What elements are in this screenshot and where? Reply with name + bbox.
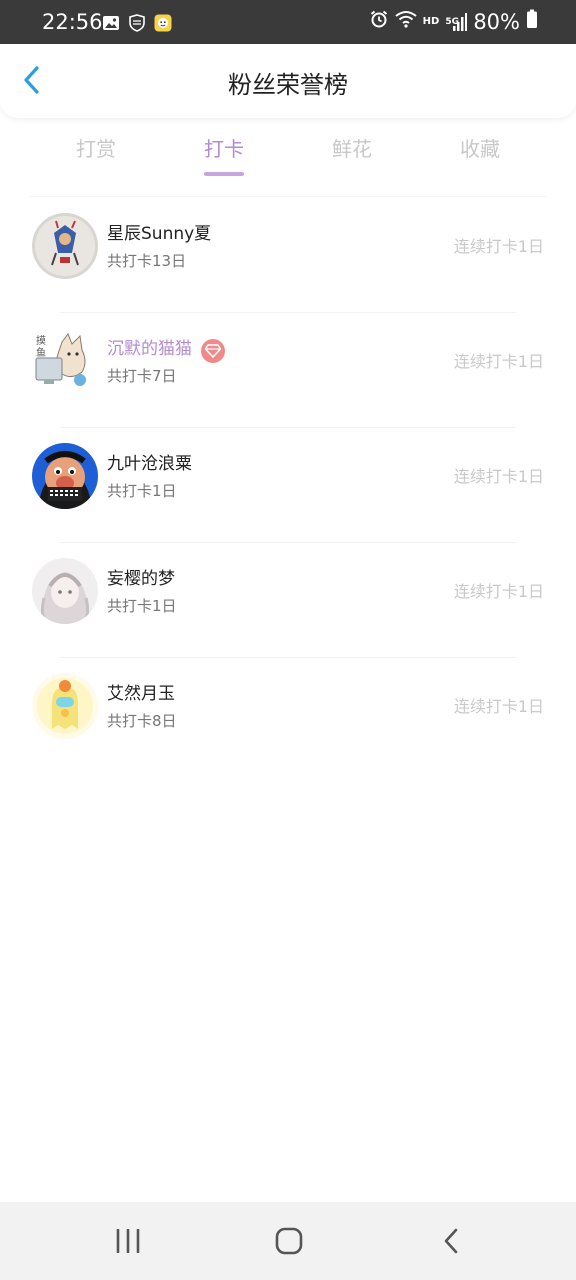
user-name: 九叶沧浪粟 (107, 454, 192, 474)
avatar[interactable] (32, 673, 98, 739)
home-icon (275, 1227, 303, 1255)
battery-percent: 80% (473, 10, 520, 34)
fan-list: 星辰Sunny夏 共打卡13日 连续打卡1日 摸鱼 沉默的猫猫 共打卡7日 连续… (0, 198, 576, 773)
avatar[interactable] (32, 443, 98, 509)
status-time: 22:56 (42, 10, 103, 34)
svg-text:鱼: 鱼 (36, 346, 46, 359)
total-checkin-days: 共打卡13日 (107, 252, 187, 270)
total-checkin-days: 共打卡1日 (107, 482, 177, 500)
recent-apps-button[interactable] (108, 1226, 148, 1256)
back-icon (444, 1228, 458, 1254)
divider (30, 196, 546, 197)
status-right-icons: HD 5G 80% (369, 9, 538, 35)
battery-icon (526, 9, 538, 35)
active-tab-indicator (204, 172, 244, 176)
list-item[interactable]: 摸鱼 沉默的猫猫 共打卡7日 连续打卡1日 (0, 313, 576, 428)
total-checkin-days: 共打卡7日 (107, 367, 177, 385)
app-notification-icon (154, 14, 172, 32)
home-button[interactable] (269, 1226, 309, 1256)
tab-favorites[interactable]: 收藏 (444, 132, 516, 166)
shield-icon (128, 14, 146, 32)
tab-flowers[interactable]: 鲜花 (316, 132, 388, 166)
streak-days: 连续打卡1日 (453, 352, 544, 371)
list-item[interactable]: 星辰Sunny夏 共打卡13日 连续打卡1日 (0, 198, 576, 313)
streak-days: 连续打卡1日 (453, 467, 544, 486)
user-name: 妄樱的梦 (107, 569, 175, 589)
user-name: 沉默的猫猫 (107, 339, 192, 359)
total-checkin-days: 共打卡1日 (107, 597, 177, 615)
streak-days: 连续打卡1日 (453, 697, 544, 716)
back-nav-button[interactable] (431, 1226, 471, 1256)
tab-reward[interactable]: 打赏 (60, 132, 132, 166)
svg-text:摸: 摸 (36, 335, 46, 347)
avatar[interactable] (32, 558, 98, 624)
5g-signal-icon: 5G (445, 12, 468, 32)
list-item[interactable]: 艾然月玉 共打卡8日 连续打卡1日 (0, 658, 576, 773)
list-item[interactable]: 妄樱的梦 共打卡1日 连续打卡1日 (0, 543, 576, 658)
status-left-icons (102, 14, 172, 32)
tab-label: 打卡 (204, 137, 244, 161)
streak-days: 连续打卡1日 (453, 582, 544, 601)
tab-checkin[interactable]: 打卡 (188, 132, 260, 176)
user-name: 星辰Sunny夏 (107, 224, 212, 244)
system-navigation-bar (0, 1202, 576, 1280)
tab-label: 收藏 (460, 137, 500, 161)
tab-label: 鲜花 (332, 137, 372, 161)
status-bar: 22:56 HD 5G 80% (0, 0, 576, 44)
top-app-bar: 粉丝荣誉榜 (0, 44, 576, 118)
avatar[interactable] (32, 213, 98, 279)
diamond-icon (201, 339, 225, 363)
tab-bar: 打赏 打卡 鲜花 收藏 (0, 132, 576, 180)
alarm-icon (369, 9, 389, 35)
recent-apps-icon (116, 1229, 140, 1253)
streak-days: 连续打卡1日 (453, 237, 544, 256)
user-name: 艾然月玉 (107, 684, 175, 704)
wifi-icon (395, 9, 417, 35)
hd-icon: HD (422, 16, 440, 27)
list-item[interactable]: 九叶沧浪粟 共打卡1日 连续打卡1日 (0, 428, 576, 543)
total-checkin-days: 共打卡8日 (107, 712, 177, 730)
gallery-icon (102, 14, 120, 32)
avatar[interactable]: 摸鱼 (32, 328, 98, 394)
tab-label: 打赏 (76, 137, 116, 161)
page-title: 粉丝荣誉榜 (228, 71, 348, 99)
